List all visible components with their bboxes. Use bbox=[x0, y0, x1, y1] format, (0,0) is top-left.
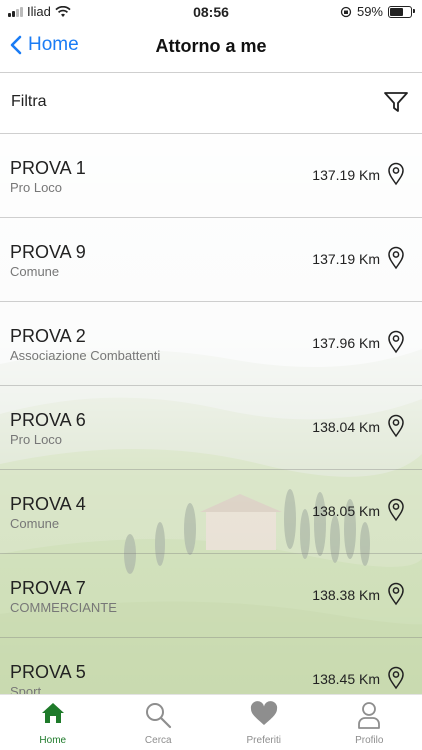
search-icon bbox=[146, 703, 172, 729]
tab-cerca-label: Cerca bbox=[144, 735, 172, 746]
item-name: PROVA 7 bbox=[10, 578, 86, 598]
tab-home-label: Home bbox=[39, 735, 67, 746]
item-distance: 138.05 Km bbox=[312, 503, 380, 519]
status-bar: Iliad 08:56 59% bbox=[0, 0, 422, 22]
places-list: PROVA 1 Pro Loco 137.19 Km PROVA 9 Comun… bbox=[0, 134, 422, 696]
tab-preferiti-label: Preferiti bbox=[246, 735, 281, 746]
item-distance: 137.19 Km bbox=[312, 167, 380, 183]
item-distance: 138.04 Km bbox=[312, 419, 380, 435]
item-name: PROVA 4 bbox=[10, 494, 86, 514]
tab-profilo[interactable]: Profilo bbox=[317, 695, 422, 750]
item-category: Associazione Combattenti bbox=[10, 348, 161, 363]
battery-percentage: 59% bbox=[356, 4, 383, 19]
list-item[interactable]: PROVA 9 Comune 137.19 Km bbox=[0, 218, 422, 302]
person-icon bbox=[358, 702, 381, 729]
list-item[interactable]: PROVA 2 Associazione Combattenti 137.96 … bbox=[0, 302, 422, 386]
item-category: Pro Loco bbox=[10, 180, 63, 195]
item-category: COMMERCIANTE bbox=[10, 600, 117, 615]
map-pin-icon[interactable] bbox=[387, 666, 405, 690]
tab-home[interactable]: Home bbox=[0, 695, 106, 750]
item-category: Comune bbox=[10, 264, 60, 279]
tab-cerca[interactable]: Cerca bbox=[106, 695, 212, 750]
map-pin-icon[interactable] bbox=[387, 414, 405, 438]
tab-bar: Home Cerca Preferiti Profilo bbox=[0, 694, 422, 750]
filter-row[interactable]: Filtra bbox=[0, 73, 422, 134]
back-button[interactable]: Home bbox=[10, 34, 79, 56]
map-pin-icon[interactable] bbox=[387, 498, 405, 522]
list-item[interactable]: PROVA 6 Pro Loco 138.04 Km bbox=[0, 386, 422, 470]
list-item[interactable]: PROVA 4 Comune 138.05 Km bbox=[0, 470, 422, 554]
heart-icon bbox=[250, 701, 277, 725]
item-name: PROVA 2 bbox=[10, 326, 86, 346]
item-name: PROVA 1 bbox=[10, 158, 86, 178]
chevron-left-icon bbox=[10, 35, 22, 55]
item-name: PROVA 9 bbox=[10, 242, 86, 262]
item-distance: 138.38 Km bbox=[312, 587, 380, 603]
list-item[interactable]: PROVA 7 COMMERCIANTE 138.38 Km bbox=[0, 554, 422, 638]
item-name: PROVA 5 bbox=[10, 662, 86, 682]
navigation-bar: Home Attorno a me bbox=[0, 22, 422, 73]
map-pin-icon[interactable] bbox=[387, 246, 405, 270]
item-distance: 138.45 Km bbox=[312, 671, 380, 687]
map-pin-icon[interactable] bbox=[387, 330, 405, 354]
item-distance: 137.96 Km bbox=[312, 335, 380, 351]
item-category: Comune bbox=[10, 516, 60, 531]
home-icon bbox=[41, 703, 64, 723]
list-item[interactable]: PROVA 5 Sport 138.45 Km bbox=[0, 638, 422, 696]
orientation-lock-icon bbox=[340, 6, 352, 17]
battery-icon bbox=[388, 5, 415, 18]
item-category: Pro Loco bbox=[10, 432, 63, 447]
filter-icon[interactable] bbox=[383, 90, 409, 114]
map-pin-icon[interactable] bbox=[387, 582, 405, 606]
tab-profilo-label: Profilo bbox=[355, 735, 384, 746]
list-item[interactable]: PROVA 1 Pro Loco 137.19 Km bbox=[0, 134, 422, 218]
tab-preferiti[interactable]: Preferiti bbox=[211, 695, 317, 750]
filter-label: Filtra bbox=[11, 93, 47, 110]
item-distance: 137.19 Km bbox=[312, 251, 380, 267]
map-pin-icon[interactable] bbox=[387, 162, 405, 186]
item-name: PROVA 6 bbox=[10, 410, 86, 430]
back-button-label: Home bbox=[28, 34, 79, 55]
